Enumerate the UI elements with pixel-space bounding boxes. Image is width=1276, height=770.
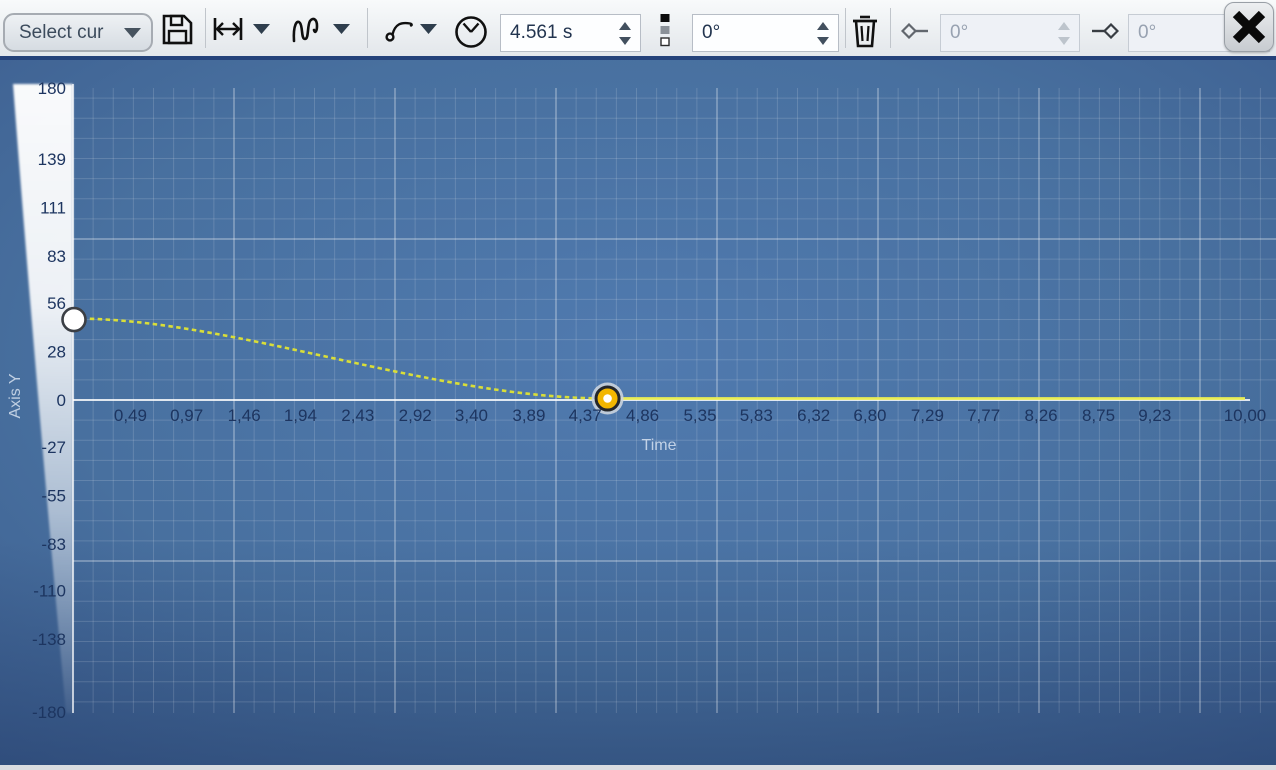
fit-horizontal-menu-button[interactable]	[253, 24, 270, 34]
wave-icon	[292, 17, 319, 43]
toolbar-separator	[890, 8, 891, 48]
interpolation-steps-icon	[660, 14, 670, 47]
x-tick-label: 5,35	[683, 406, 716, 425]
tangent-mode-button[interactable]	[383, 15, 417, 45]
tangent-in-spin-arrows	[1049, 21, 1079, 45]
y-tick-label: -110	[33, 582, 66, 601]
x-tick-label: 4,86	[626, 406, 659, 425]
toolbar-separator	[367, 8, 368, 48]
chevron-down-icon	[124, 27, 141, 38]
tangent-curve-icon	[385, 21, 413, 42]
spin-up-icon	[1058, 21, 1070, 30]
y-tick-label: 0	[57, 391, 66, 410]
keyframe-angle-spinbox[interactable]: 0°	[692, 14, 839, 52]
x-tick-label: 9,23	[1138, 406, 1171, 425]
x-tick-label: 4,37	[569, 406, 602, 425]
curve-select-dropdown[interactable]: Select cur	[3, 13, 153, 52]
time-spin-arrows[interactable]	[610, 21, 640, 45]
y-tick-label: -27	[41, 438, 66, 457]
clock-icon	[455, 16, 487, 48]
chevron-down-icon	[420, 24, 437, 34]
x-tick-label: 8,75	[1082, 406, 1115, 425]
spin-down-icon[interactable]	[619, 36, 631, 45]
x-tick-label: 2,43	[341, 406, 374, 425]
curve-editor-window: Select cur 4.561 s 0° 0° 0° 0,49 0,97 1,…	[0, 0, 1276, 770]
curve-select-label: Select cur	[19, 21, 104, 43]
x-tick-label: 1,94	[284, 406, 317, 425]
x-tick-label: 8,26	[1025, 406, 1058, 425]
toolbar-separator	[845, 8, 846, 48]
x-tick-label: 7,77	[967, 406, 1000, 425]
chart-bottom-shade	[0, 540, 1276, 765]
angle-spin-arrows[interactable]	[808, 21, 838, 45]
interpolation-steps-indicator	[659, 13, 671, 47]
toolbar-separator	[205, 8, 206, 48]
x-tick-label: 10,00	[1224, 406, 1267, 425]
y-tick-label: 28	[47, 342, 66, 361]
x-tick-label: 7,29	[911, 406, 944, 425]
save-button[interactable]	[160, 12, 195, 47]
close-button[interactable]	[1224, 2, 1274, 52]
x-tick-label: 1,46	[228, 406, 261, 425]
chevron-down-icon	[333, 24, 350, 34]
spin-up-icon[interactable]	[817, 21, 829, 30]
time-indicator	[453, 14, 489, 50]
x-tick-label: 0,97	[170, 406, 203, 425]
keyframe-angle-value: 0°	[702, 22, 721, 43]
fit-horizontal-button[interactable]	[212, 16, 244, 42]
x-tick-label: 2,92	[399, 406, 432, 425]
wave-menu-button[interactable]	[333, 24, 350, 34]
curve-canvas[interactable]: 0,49 0,97 1,46 1,94 2,43 2,92 3,40 3,89 4,37 4,86…	[0, 60, 1276, 765]
y-tick-label: 83	[47, 247, 66, 266]
delete-keyframe-button[interactable]	[849, 12, 881, 49]
chevron-down-icon	[253, 24, 270, 34]
tangent-out-indicator	[1091, 23, 1119, 39]
selected-keyframe-center-dot	[603, 394, 612, 403]
x-tick-label: 3,89	[512, 406, 545, 425]
x-tick-label: 5,83	[740, 406, 773, 425]
tangent-in-angle-value: 0°	[950, 22, 969, 43]
y-tick-label: -83	[41, 535, 66, 554]
y-tick-label: -138	[32, 630, 66, 649]
tangent-in-icon	[901, 23, 928, 39]
y-tick-label: 56	[47, 294, 66, 313]
keyframe-time-value: 4.561 s	[510, 22, 573, 43]
y-tick-label: -55	[41, 486, 66, 505]
tangent-in-angle-spinbox: 0°	[940, 14, 1080, 52]
x-axis-title: Time	[642, 437, 677, 454]
close-icon	[1232, 10, 1266, 44]
y-tick-label: -180	[32, 703, 66, 722]
spin-up-icon[interactable]	[619, 21, 631, 30]
x-tick-label: 0,49	[114, 406, 147, 425]
keyframe-time-spinbox[interactable]: 4.561 s	[500, 14, 641, 52]
fit-horizontal-icon	[213, 18, 243, 40]
save-icon	[162, 14, 193, 45]
spin-down-icon[interactable]	[817, 36, 829, 45]
y-tick-label: 111	[40, 199, 66, 218]
x-tick-label: 6,32	[797, 406, 830, 425]
toolbar: Select cur 4.561 s 0° 0° 0°	[0, 0, 1276, 56]
tangent-in-indicator	[901, 23, 929, 39]
tangent-menu-button[interactable]	[420, 24, 437, 34]
window-bottom-edge	[0, 765, 1276, 770]
x-tick-label: 6,80	[853, 406, 886, 425]
tangent-out-icon	[1092, 23, 1119, 39]
x-tick-label: 3,40	[455, 406, 488, 425]
y-tick-label: 180	[38, 79, 66, 98]
y-axis-title: Axis Y	[7, 373, 24, 418]
wave-button[interactable]	[290, 13, 324, 47]
spin-down-icon	[1058, 36, 1070, 45]
y-tick-label: 139	[38, 150, 66, 169]
trash-icon	[853, 15, 877, 48]
